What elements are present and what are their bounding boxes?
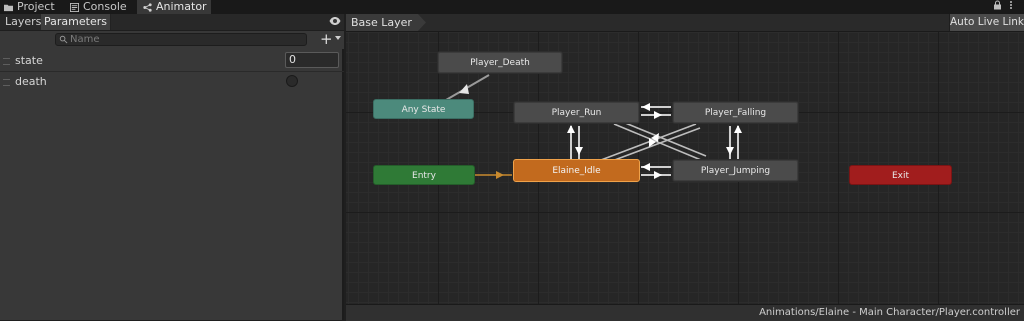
state-player-death[interactable]: Player_Death <box>437 51 563 74</box>
state-any-state[interactable]: Any State <box>373 99 474 119</box>
parameters-panel: Layers Parameters Name + state 0 death <box>0 14 344 320</box>
parameter-name: state <box>15 54 43 67</box>
transition-arrowhead <box>726 147 734 155</box>
transition-arrowhead <box>654 111 662 119</box>
folder-icon <box>4 4 13 11</box>
window-tab-bar: Project Console Animator <box>0 0 1024 14</box>
state-exit[interactable]: Exit <box>849 165 952 185</box>
state-player-falling[interactable]: Player_Falling <box>672 101 799 124</box>
tab-animator-label: Animator <box>156 0 207 13</box>
add-parameter-button[interactable]: + <box>320 32 333 47</box>
status-bar: Animations/Elaine - Main Character/Playe… <box>346 304 1024 321</box>
tab-console[interactable]: Console <box>70 0 127 14</box>
animator-icon <box>143 2 152 12</box>
animator-graph[interactable]: Player_Death Any State Player_Run Player… <box>346 14 1024 304</box>
transition-arrowhead <box>654 171 662 179</box>
transition-arrowhead <box>496 171 504 179</box>
transition-idle-to-falling[interactable] <box>600 123 697 161</box>
transition-arrowhead <box>459 84 469 94</box>
console-icon <box>70 2 79 12</box>
parameter-row[interactable]: death <box>0 72 344 92</box>
parameter-bool-toggle[interactable] <box>286 75 298 87</box>
search-input[interactable]: Name <box>55 33 307 46</box>
state-entry[interactable]: Entry <box>373 165 475 185</box>
state-player-run[interactable]: Player_Run <box>513 101 640 124</box>
tab-console-label: Console <box>83 0 127 13</box>
transition-arrowhead <box>642 163 650 171</box>
search-icon <box>59 35 68 44</box>
eye-icon[interactable] <box>329 16 341 26</box>
tab-project-label: Project <box>17 0 55 13</box>
graph-toolbar: Base Layer Auto Live Link <box>346 14 1024 32</box>
transition-arrowhead <box>734 125 742 133</box>
tab-project[interactable]: Project <box>4 0 55 14</box>
parameter-row[interactable]: state 0 <box>0 51 344 72</box>
state-elaine-idle[interactable]: Elaine_Idle <box>513 159 640 182</box>
parameter-name: death <box>15 75 47 88</box>
transition-arrowhead <box>567 125 575 133</box>
panel-tabs: Layers Parameters <box>0 14 344 31</box>
search-placeholder: Name <box>70 34 100 45</box>
breadcrumb-base-layer[interactable]: Base Layer <box>346 14 426 31</box>
window-menu-icon[interactable] <box>1009 0 1013 14</box>
drag-handle-icon[interactable] <box>3 79 10 86</box>
controller-path: Animations/Elaine - Main Character/Playe… <box>759 307 1020 318</box>
parameter-value-field[interactable]: 0 <box>285 52 339 68</box>
drag-handle-icon[interactable] <box>3 58 10 65</box>
lock-icon[interactable] <box>993 0 1002 14</box>
transition-arrowhead <box>575 147 583 155</box>
transition-arrowhead <box>642 103 650 111</box>
chevron-down-icon[interactable] <box>335 36 341 40</box>
tab-layers[interactable]: Layers <box>2 14 44 30</box>
tab-parameters[interactable]: Parameters <box>41 14 111 30</box>
tab-animator[interactable]: Animator <box>137 0 211 14</box>
state-player-jumping[interactable]: Player_Jumping <box>672 159 799 182</box>
search-row: Name + <box>0 31 344 49</box>
auto-live-link-button[interactable]: Auto Live Link <box>949 14 1024 31</box>
